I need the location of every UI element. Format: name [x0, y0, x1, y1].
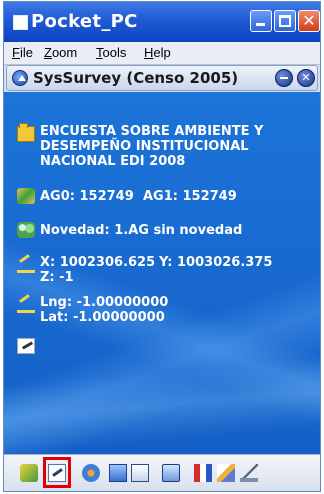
- bottom-toolbar: [4, 454, 320, 491]
- app-close-button[interactable]: [297, 69, 315, 87]
- menu-help-label: elp: [153, 45, 171, 60]
- survey-title: ENCUESTA SOBRE AMBIENTE Y DESEMPEÑO INST…: [40, 124, 264, 169]
- pen-icon[interactable]: [217, 464, 235, 482]
- survey-icon[interactable]: [20, 464, 38, 482]
- y-coordinate: Y: 1003026.375: [159, 255, 273, 270]
- menu-tools[interactable]: Tools: [96, 45, 126, 60]
- people-icon: [17, 222, 35, 238]
- menu-bar: File Zoom Tools Help: [4, 42, 320, 65]
- menu-zoom-accelerator: Z: [44, 45, 52, 60]
- close-button[interactable]: ✕: [298, 10, 320, 32]
- gps-mark-icon: [17, 294, 35, 313]
- longitude-value: Lng: -1.00000000: [40, 295, 169, 310]
- copy-icon[interactable]: [131, 464, 149, 482]
- survey-info-panel: ENCUESTA SOBRE AMBIENTE Y DESEMPEÑO INST…: [4, 92, 320, 454]
- survey-mark-icon: [17, 254, 35, 273]
- z-coordinate: Z: -1: [40, 270, 74, 285]
- menu-help[interactable]: Help: [144, 45, 171, 60]
- maximize-button[interactable]: [274, 10, 296, 32]
- menu-file-label: ile: [19, 45, 33, 60]
- users-icon[interactable]: [162, 464, 180, 482]
- maximize-icon: [279, 15, 291, 27]
- menu-file-accelerator: F: [12, 45, 20, 60]
- menu-help-accelerator: H: [144, 45, 154, 60]
- close-icon: ✕: [302, 11, 316, 30]
- window-logo-icon: [13, 15, 28, 30]
- settings-icon[interactable]: [82, 464, 100, 482]
- menu-file[interactable]: File: [12, 45, 33, 60]
- x-coordinate: X: 1002306.625: [40, 255, 156, 270]
- app-title: SysSurvey (Censo 2005): [33, 69, 239, 87]
- ag0-value: AG0: 152749: [40, 189, 134, 204]
- window-title-bar: Pocket_PC ✕: [4, 2, 320, 42]
- signal-icon[interactable]: [240, 464, 258, 482]
- app-header-bar: SysSurvey (Censo 2005): [6, 65, 318, 91]
- minimize-button[interactable]: [250, 10, 272, 32]
- edit-form-icon[interactable]: [48, 464, 66, 482]
- document-icon[interactable]: [109, 464, 127, 482]
- pocket-pc-window: Pocket_PC ✕ File Zoom Tools Help SysSurv…: [3, 1, 321, 492]
- ag1-value: AG1: 152749: [143, 189, 237, 204]
- edit-icon[interactable]: [17, 338, 35, 354]
- latitude-value: Lat: -1.00000000: [40, 310, 165, 325]
- map-icon: [17, 188, 35, 204]
- menu-zoom[interactable]: Zoom: [44, 45, 77, 60]
- minimize-icon: [256, 23, 265, 26]
- flag-icon[interactable]: [194, 464, 212, 482]
- app-logo-icon[interactable]: [12, 70, 28, 86]
- novedad-status: Novedad: 1.AG sin novedad: [40, 223, 243, 238]
- window-title: Pocket_PC: [31, 11, 138, 32]
- menu-tools-label: ools: [102, 45, 127, 60]
- menu-zoom-label: oom: [51, 45, 78, 60]
- folder-icon: [17, 123, 35, 142]
- app-minimize-button[interactable]: [275, 69, 293, 87]
